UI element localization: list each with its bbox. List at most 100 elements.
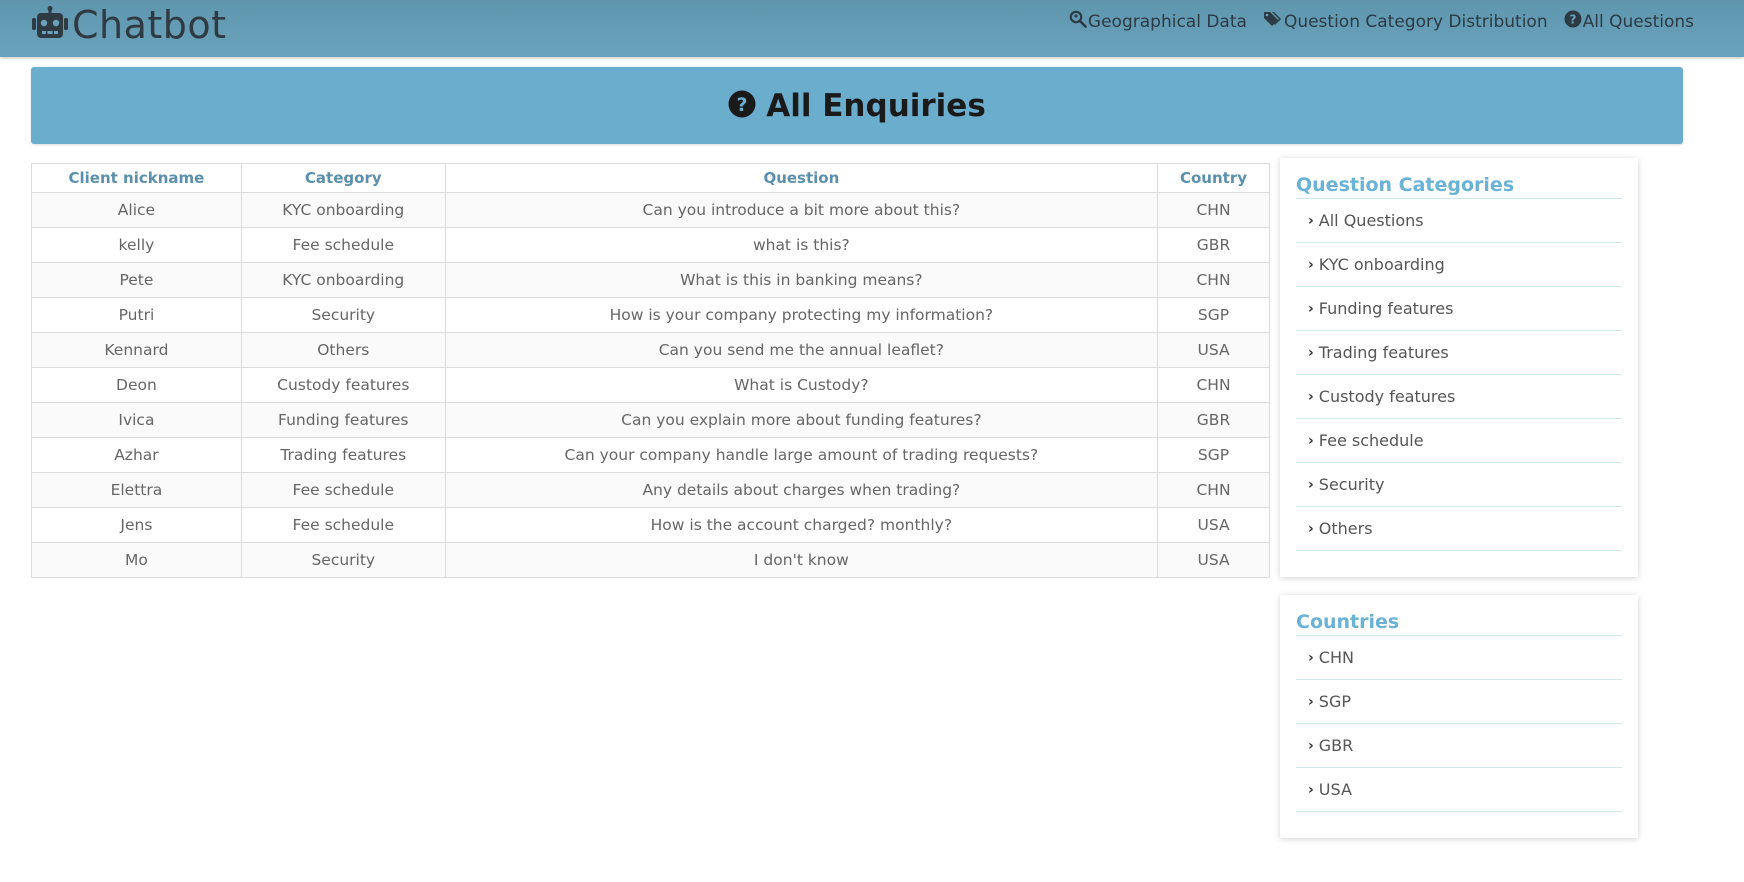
navbar: Chatbot Geographical Data Question Categ… — [0, 0, 1744, 57]
chevron-right-icon: › — [1308, 212, 1314, 229]
country-item-chn[interactable]: › CHN — [1296, 636, 1622, 680]
cell-country: CHN — [1157, 472, 1270, 508]
cell-category: Security — [240, 297, 446, 333]
category-item-kyc-onboarding[interactable]: › KYC onboarding — [1296, 243, 1622, 287]
cell-question: Any details about charges when trading? — [444, 472, 1159, 508]
category-item-all-questions[interactable]: › All Questions — [1296, 199, 1622, 243]
brand-name: Chatbot — [72, 3, 227, 47]
country-item-label: GBR — [1318, 736, 1354, 755]
tags-icon — [1263, 10, 1284, 33]
nav-links: Geographical Data Question Category Dist… — [1069, 10, 1694, 33]
cell-country: CHN — [1157, 262, 1270, 298]
country-item-usa[interactable]: › USA — [1296, 768, 1622, 812]
cell-country: CHN — [1157, 192, 1270, 228]
table-row[interactable]: Pete KYC onboarding What is this in bankin… — [31, 262, 1270, 298]
nav-link-all-questions[interactable]: ? All Questions — [1564, 10, 1694, 33]
cell-client-nickname: Elettra — [31, 472, 242, 508]
cell-country: USA — [1157, 332, 1270, 368]
cell-client-nickname: Jens — [31, 507, 242, 543]
cell-question: I don't know — [444, 542, 1159, 578]
category-item-security[interactable]: › Security — [1296, 463, 1622, 507]
table-row[interactable]: Putri Security How is your company protect… — [31, 297, 1270, 333]
table-row[interactable]: Jens Fee schedule How is the account charg… — [31, 507, 1270, 543]
question-categories-panel: Question Categories › All Questions › KYC … — [1280, 158, 1638, 577]
country-item-sgp[interactable]: › SGP — [1296, 680, 1622, 724]
nav-link-question-category-distribution[interactable]: Question Category Distribution — [1263, 10, 1548, 33]
category-item-custody-features[interactable]: › Custody features — [1296, 375, 1622, 419]
table-row[interactable]: Elettra Fee schedule Any details about cha… — [31, 472, 1270, 508]
brand[interactable]: Chatbot — [30, 2, 227, 48]
category-item-fee-schedule[interactable]: › Fee schedule — [1296, 419, 1622, 463]
chevron-right-icon: › — [1308, 649, 1314, 666]
cell-category: Security — [240, 542, 446, 578]
cell-client-nickname: Kennard — [31, 332, 242, 368]
cell-client-nickname: Azhar — [31, 437, 242, 473]
category-item-label: Custody features — [1318, 387, 1456, 406]
category-item-others[interactable]: › Others — [1296, 507, 1622, 551]
page-title: All Enquiries — [766, 87, 986, 124]
cell-question: What is Custody? — [444, 367, 1159, 403]
cell-country: GBR — [1157, 402, 1270, 438]
cell-category: Funding features — [240, 402, 446, 438]
question-circle-icon: ? — [1564, 10, 1583, 33]
countries-panel: Countries › CHN › SGP › GBR › USA — [1280, 595, 1638, 838]
cell-country: USA — [1157, 542, 1270, 578]
cell-category: Trading features — [240, 437, 446, 473]
table-row[interactable]: Ivica Funding features Can you explain mor… — [31, 402, 1270, 438]
cell-question: Can you send me the annual leaflet? — [444, 332, 1159, 368]
nav-link-label: All Questions — [1582, 11, 1694, 32]
cell-question: What is this in banking means? — [444, 262, 1159, 298]
page-banner: ? All Enquiries — [31, 67, 1683, 144]
chevron-right-icon: › — [1308, 693, 1314, 710]
chevron-right-icon: › — [1308, 300, 1314, 317]
country-item-label: SGP — [1318, 692, 1351, 711]
cell-category: Fee schedule — [240, 227, 446, 263]
table-row[interactable]: Kennard Others Can you send me the annual … — [31, 332, 1270, 368]
country-item-label: USA — [1318, 780, 1352, 799]
chevron-right-icon: › — [1308, 737, 1314, 754]
country-item-gbr[interactable]: › GBR — [1296, 724, 1622, 768]
chevron-right-icon: › — [1308, 781, 1314, 798]
column-header-question[interactable]: Question — [444, 163, 1159, 193]
cell-question: what is this? — [444, 227, 1159, 263]
panel-title-question-categories: Question Categories — [1296, 174, 1622, 199]
robot-icon — [30, 6, 70, 44]
cell-question: Can your company handle large amount of … — [444, 437, 1159, 473]
chevron-right-icon: › — [1308, 256, 1314, 273]
category-item-trading-features[interactable]: › Trading features — [1296, 331, 1622, 375]
table-header-row: Client nickname Category Question Countr… — [31, 163, 1270, 193]
table-row[interactable]: kelly Fee schedule what is this? GBR — [31, 227, 1270, 263]
nav-link-label: Geographical Data — [1087, 11, 1247, 32]
column-header-client-nickname[interactable]: Client nickname — [31, 163, 242, 193]
table-row[interactable]: Deon Custody features What is Custody? CHN — [31, 367, 1270, 403]
chevron-right-icon: › — [1308, 520, 1314, 537]
category-item-funding-features[interactable]: › Funding features — [1296, 287, 1622, 331]
cell-client-nickname: Deon — [31, 367, 242, 403]
cell-category: Fee schedule — [240, 472, 446, 508]
cell-category: Custody features — [240, 367, 446, 403]
search-location-icon — [1069, 10, 1088, 33]
svg-text:?: ? — [737, 94, 748, 116]
category-item-label: All Questions — [1318, 211, 1424, 230]
column-header-country[interactable]: Country — [1157, 163, 1270, 193]
chevron-right-icon: › — [1308, 344, 1314, 361]
cell-country: SGP — [1157, 437, 1270, 473]
table-row[interactable]: Alice KYC onboarding Can you introduce a b… — [31, 192, 1270, 228]
category-item-label: Funding features — [1318, 299, 1454, 318]
cell-client-nickname: Mo — [31, 542, 242, 578]
cell-category: KYC onboarding — [240, 192, 446, 228]
column-header-category[interactable]: Category — [240, 163, 446, 193]
cell-client-nickname: Pete — [31, 262, 242, 298]
cell-client-nickname: kelly — [31, 227, 242, 263]
cell-client-nickname: Ivica — [31, 402, 242, 438]
cell-country: GBR — [1157, 227, 1270, 263]
table-row[interactable]: Azhar Trading features Can your company ha… — [31, 437, 1270, 473]
category-item-label: Security — [1318, 475, 1385, 494]
table-row[interactable]: Mo Security I don't know USA — [31, 542, 1270, 578]
enquiries-table-container: Client nickname Category Question Countr… — [31, 163, 1270, 578]
country-item-label: CHN — [1318, 648, 1354, 667]
cell-country: SGP — [1157, 297, 1270, 333]
nav-link-geographical-data[interactable]: Geographical Data — [1069, 10, 1247, 33]
cell-category: KYC onboarding — [240, 262, 446, 298]
nav-link-label: Question Category Distribution — [1283, 11, 1548, 32]
